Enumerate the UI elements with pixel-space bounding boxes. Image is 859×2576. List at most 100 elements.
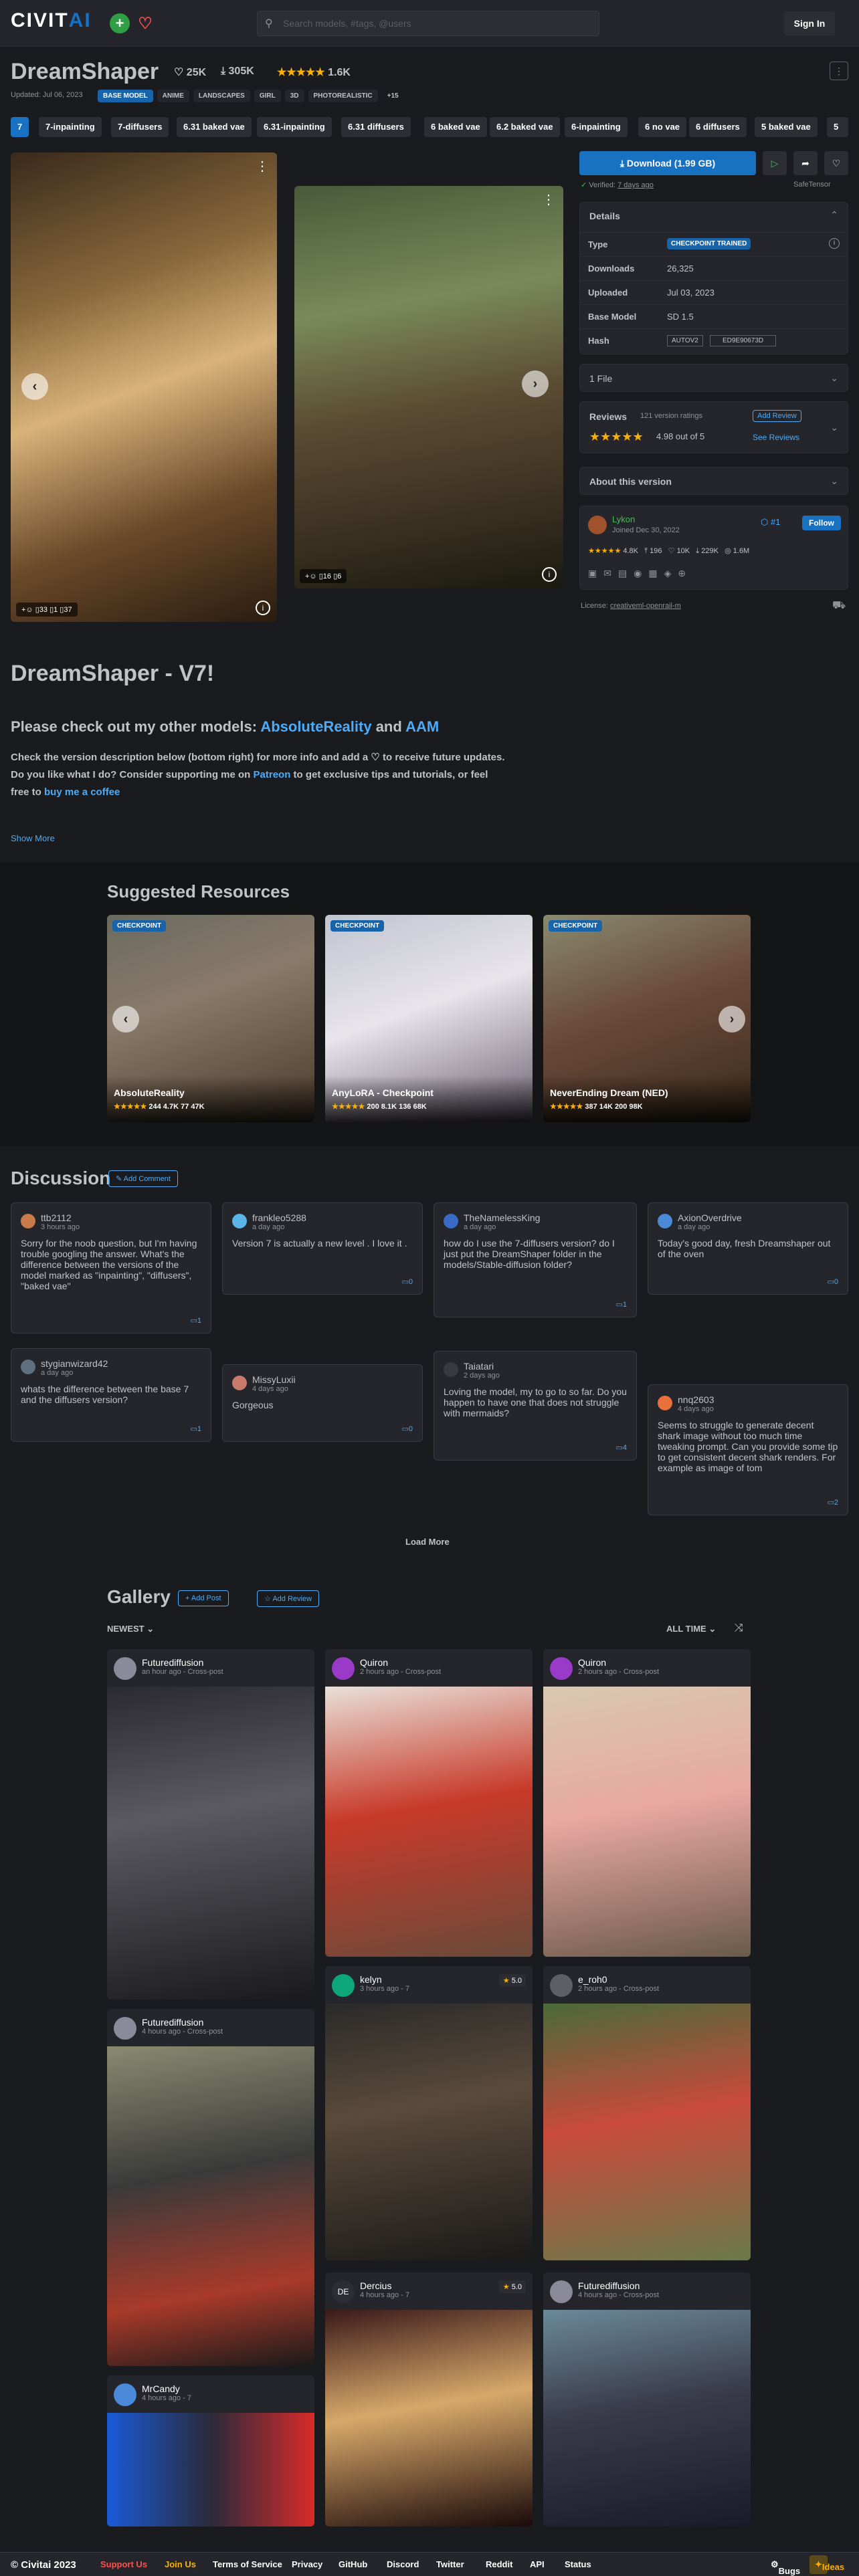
suggested-card[interactable]: CHECKPOINT NeverEnding Dream (NED) ★★★★★ 3… — [543, 915, 751, 1122]
license-link[interactable]: creativeml-openrail-m — [610, 602, 681, 610]
tag-more[interactable]: +15 — [382, 90, 404, 102]
version-tab[interactable]: 5 baked vae — [755, 117, 818, 137]
tag-badge[interactable]: ANIME — [157, 90, 189, 102]
version-tab[interactable]: 7-inpainting — [39, 117, 102, 137]
gallery-image[interactable] — [543, 2004, 751, 2260]
gallery-post[interactable]: Quiron 2 hours ago - Cross-post — [543, 1649, 751, 1957]
comment-card[interactable]: Taiatari 2 days ago Loving the model, my t… — [434, 1351, 637, 1461]
gallery-post[interactable]: e_roh0 2 hours ago - Cross-post — [543, 1966, 751, 2260]
version-tab[interactable]: 6.31 diffusers — [341, 117, 411, 137]
chevron-down-icon[interactable]: ⌄ — [830, 422, 838, 433]
gallery-post[interactable]: Quiron 2 hours ago - Cross-post — [325, 1649, 533, 1957]
gallery-post[interactable]: Futurediffusion 4 hours ago - Cross-post — [107, 2009, 314, 2366]
absolutereality-link[interactable]: AbsoluteReality — [260, 718, 371, 735]
comment-card[interactable]: TheNamelessKing a day ago how do I use the… — [434, 1202, 637, 1317]
patreon-link[interactable]: Patreon — [254, 769, 291, 780]
files-panel[interactable]: 1 File ⌄ — [579, 364, 848, 392]
footer-link[interactable]: API — [530, 2559, 545, 2569]
footer-link[interactable]: Terms of Service — [213, 2559, 282, 2569]
image-reactions[interactable]: +☺ ▯16 ▯6 — [300, 569, 347, 583]
info-icon[interactable]: i — [542, 567, 557, 582]
footer-link[interactable]: Discord — [387, 2559, 419, 2569]
cart-icon[interactable]: ⛟ — [832, 599, 846, 613]
see-reviews-link[interactable]: See Reviews — [753, 433, 799, 442]
gallery-post[interactable]: MrCandy 4 hours ago - 7 — [107, 2375, 314, 2527]
preview-image-1[interactable]: ‹ ⋮ +☺ ▯33 ▯1 ▯37 i — [11, 152, 277, 622]
chevron-up-icon[interactable]: ⌃ — [830, 209, 838, 221]
sort-select[interactable]: NEWEST ⌄ — [107, 1624, 154, 1634]
comment-card[interactable]: AxionOverdrive a day ago Today's good day,… — [648, 1202, 848, 1295]
carousel-prev-button[interactable]: ‹ — [21, 373, 48, 400]
preview-image-2[interactable]: › ⋮ +☺ ▯16 ▯6 i — [294, 186, 563, 588]
comment-card[interactable]: MissyLuxii 4 days ago Gorgeous ▭0 — [222, 1364, 423, 1442]
aam-link[interactable]: AAM — [405, 718, 439, 735]
footer-link[interactable]: Twitter — [436, 2559, 464, 2569]
social-links-icons[interactable]: ▣✉▤◉▦◈⊕ — [588, 568, 692, 579]
comment-card[interactable]: frankleo5288 a day ago Version 7 is actual… — [222, 1202, 423, 1295]
version-tab[interactable]: 6.31-inpainting — [257, 117, 332, 137]
info-icon[interactable]: i — [829, 238, 840, 249]
gallery-image[interactable] — [325, 1687, 533, 1957]
creator-name[interactable]: Lykon — [612, 514, 635, 524]
tag-badge[interactable]: PHOTOREALISTIC — [308, 90, 378, 102]
image-menu-icon[interactable]: ⋮ — [256, 158, 269, 175]
gallery-image[interactable] — [543, 1687, 751, 1957]
version-tab[interactable]: 6.31 baked vae — [177, 117, 252, 137]
version-tab[interactable]: 6 diffusers — [689, 117, 747, 137]
follow-button[interactable]: Follow — [802, 516, 841, 530]
carousel-next-button[interactable]: › — [719, 1006, 745, 1033]
add-post-button[interactable]: + Add Post — [178, 1590, 229, 1606]
comment-card[interactable]: ttb2112 3 hours ago Sorry for the noob que… — [11, 1202, 211, 1333]
version-tab[interactable]: 6 no vae — [638, 117, 687, 137]
suggested-card[interactable]: CHECKPOINT AnyLoRA - Checkpoint ★★★★★ 200 … — [325, 915, 533, 1122]
favorite-heart-icon[interactable]: ♡ — [824, 151, 848, 175]
image-reactions[interactable]: +☺ ▯33 ▯1 ▯37 — [16, 603, 78, 617]
gallery-post[interactable]: Futurediffusion an hour ago - Cross-post — [107, 1649, 314, 2000]
add-review-button[interactable]: ☆ Add Review — [257, 1590, 320, 1607]
add-comment-button[interactable]: ✎ Add Comment — [108, 1170, 178, 1187]
footer-link[interactable]: Status — [565, 2559, 591, 2569]
avatar[interactable] — [588, 516, 607, 534]
tag-badge[interactable]: BASE MODEL — [98, 90, 153, 102]
footer-link[interactable]: GitHub — [339, 2559, 367, 2569]
version-tab[interactable]: 6-inpainting — [565, 117, 628, 137]
show-more-link[interactable]: Show More — [11, 833, 55, 843]
hash-value[interactable]: ED9E90673D — [710, 335, 777, 346]
ideas-button[interactable]: ✦ Ideas — [809, 2555, 844, 2574]
carousel-prev-button[interactable]: ‹ — [112, 1006, 139, 1033]
tag-badge[interactable]: 3D — [284, 90, 304, 102]
tag-badge[interactable]: LANDSCAPES — [193, 90, 250, 102]
coffee-link[interactable]: buy me a coffee — [44, 786, 120, 798]
gallery-image[interactable] — [543, 2310, 751, 2527]
gallery-image[interactable] — [325, 2310, 533, 2527]
gallery-image[interactable] — [325, 2004, 533, 2260]
bugs-button[interactable]: ⚙ Bugs — [771, 2559, 800, 2576]
civitai-logo[interactable]: CIVITAI — [11, 9, 92, 32]
gallery-post[interactable]: DE Dercius 4 hours ago - 7 ★ 5.0 — [325, 2272, 533, 2527]
info-icon[interactable]: i — [256, 601, 270, 615]
gallery-post[interactable]: kelyn 3 hours ago - 7 ★ 5.0 — [325, 1966, 533, 2260]
version-tab[interactable]: 7 — [11, 117, 29, 137]
search-input[interactable]: Search models, #tags, @users — [257, 11, 599, 36]
footer-link[interactable]: Privacy — [292, 2559, 322, 2569]
create-plus-icon[interactable]: + — [110, 13, 130, 33]
version-tab[interactable]: 6 baked vae — [424, 117, 487, 137]
about-version-panel[interactable]: About this version ⌄ — [579, 467, 848, 495]
footer-link[interactable]: Join Us — [165, 2559, 196, 2569]
add-review-button[interactable]: Add Review — [753, 410, 801, 422]
period-select[interactable]: ALL TIME ⌄ — [666, 1624, 716, 1634]
version-tab[interactable]: 6.2 baked vae — [490, 117, 560, 137]
suggested-card[interactable]: CHECKPOINT AbsoluteReality ★★★★★ 244 4.7K … — [107, 915, 314, 1122]
sign-in-button[interactable]: Sign In — [784, 11, 835, 35]
tag-badge[interactable]: GIRL — [254, 90, 281, 102]
filter-icon[interactable]: ⤨ — [735, 1622, 743, 1634]
carousel-next-button[interactable]: › — [522, 370, 549, 397]
comment-card[interactable]: nnq2603 4 days ago Seems to struggle to ge… — [648, 1384, 848, 1515]
gallery-post[interactable]: Futurediffusion 4 hours ago - Cross-post — [543, 2272, 751, 2527]
hash-type[interactable]: AUTOV2 — [667, 335, 703, 346]
gallery-image[interactable] — [107, 1687, 314, 2000]
download-button[interactable]: ⤓ Download (1.99 GB) — [579, 151, 756, 175]
comment-card[interactable]: stygianwizard42 a day ago whats the differ… — [11, 1348, 211, 1442]
load-more-button[interactable]: Load More — [405, 1537, 450, 1547]
footer-link[interactable]: Reddit — [486, 2559, 512, 2569]
